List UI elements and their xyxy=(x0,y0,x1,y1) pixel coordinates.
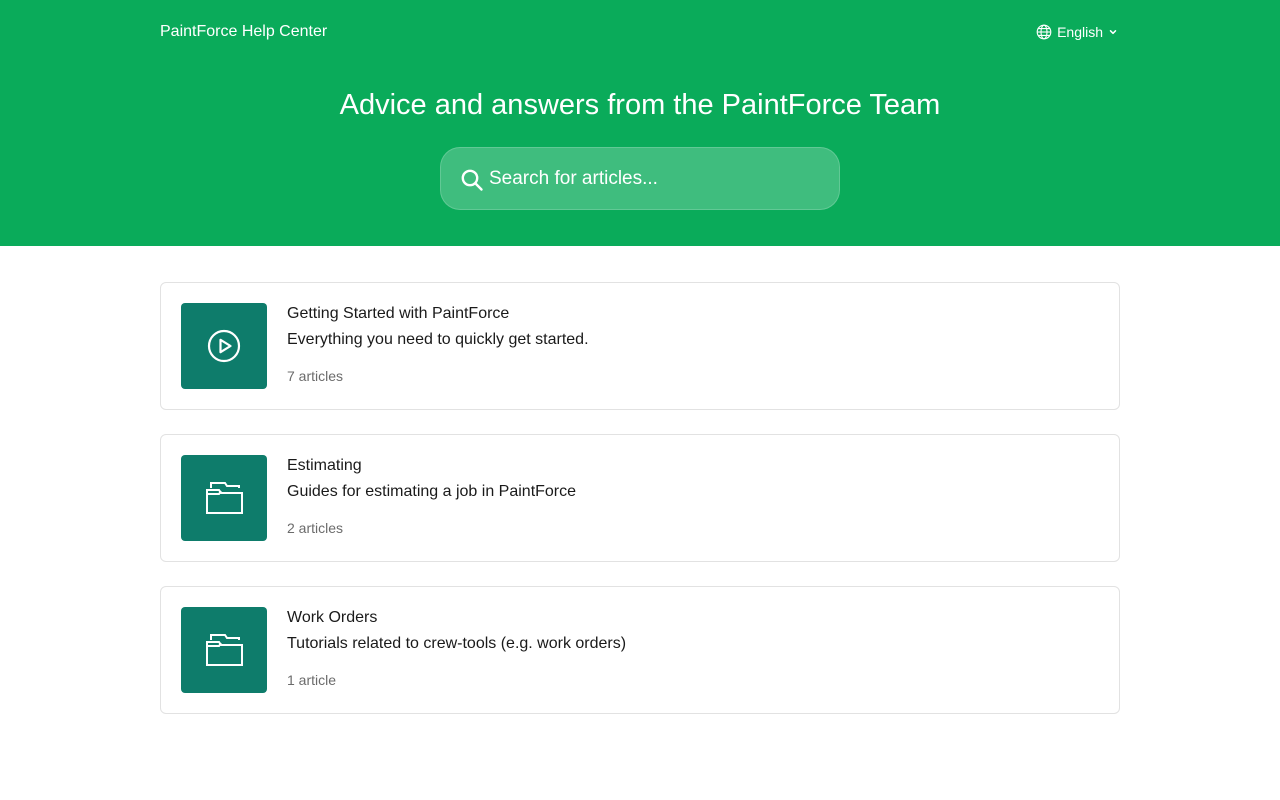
collection-title: Work Orders xyxy=(287,609,378,626)
collection-title: Getting Started with PaintForce xyxy=(287,305,510,322)
collection-card-estimating[interactable]: Estimating Guides for estimating a job i… xyxy=(160,434,1120,562)
search-input[interactable] xyxy=(489,148,819,209)
collection-title: Estimating xyxy=(287,457,362,474)
language-selector[interactable]: English xyxy=(1036,22,1118,42)
collection-description: Guides for estimating a job in PaintForc… xyxy=(287,483,577,500)
collection-card-work-orders[interactable]: Work Orders Tutorials related to crew-to… xyxy=(160,586,1120,714)
collection-description: Everything you need to quickly get start… xyxy=(287,331,589,348)
folder-icon xyxy=(206,634,243,666)
collection-icon-tile xyxy=(181,455,267,541)
collection-article-count: 1 article xyxy=(287,672,337,688)
folder-icon xyxy=(206,482,243,514)
search-icon xyxy=(461,169,483,191)
play-circle-icon xyxy=(207,329,241,363)
language-label: English xyxy=(1057,24,1103,40)
collection-list: Getting Started with PaintForce Everythi… xyxy=(160,282,1120,738)
collection-icon-tile xyxy=(181,607,267,693)
hero-title: Advice and answers from the PaintForce T… xyxy=(339,89,941,121)
collection-icon-tile xyxy=(181,303,267,389)
collection-article-count: 7 articles xyxy=(287,368,344,384)
search-box[interactable] xyxy=(440,147,840,210)
header: PaintForce Help Center English Advice an… xyxy=(0,0,1280,246)
brand-link[interactable]: PaintForce Help Center xyxy=(160,22,327,42)
collection-card-getting-started[interactable]: Getting Started with PaintForce Everythi… xyxy=(160,282,1120,410)
globe-icon xyxy=(1036,24,1052,40)
collection-description: Tutorials related to crew-tools (e.g. wo… xyxy=(287,635,627,652)
chevron-down-icon xyxy=(1109,30,1117,35)
collection-article-count: 2 articles xyxy=(287,520,344,536)
